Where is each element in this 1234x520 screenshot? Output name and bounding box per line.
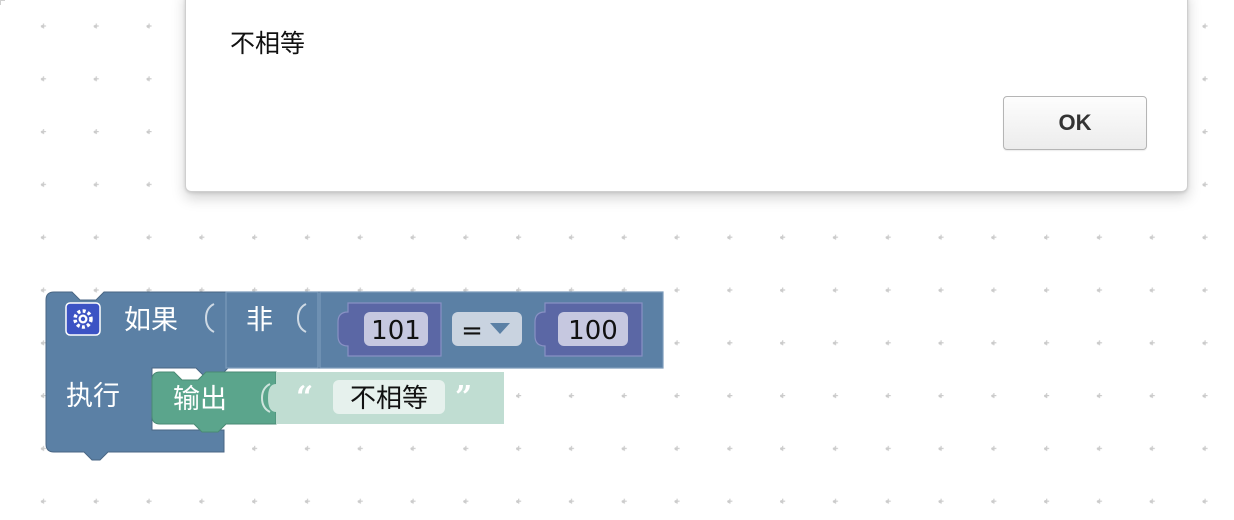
do-label: 执行 xyxy=(66,381,120,412)
open-quote-icon: “ xyxy=(296,380,313,415)
left-number-block[interactable]: 101 xyxy=(337,302,442,357)
not-label: 非 xyxy=(246,305,273,336)
operator-value: = xyxy=(461,316,483,346)
if-label: 如果 xyxy=(124,305,178,336)
print-block[interactable]: 输出 xyxy=(151,371,277,433)
ok-button[interactable]: OK xyxy=(1003,96,1147,150)
right-number-block[interactable]: 100 xyxy=(534,302,643,357)
text-block[interactable]: “ 不相等 ” xyxy=(268,372,504,424)
alert-dialog: 不相等 OK xyxy=(185,0,1188,192)
operator-dropdown[interactable]: = xyxy=(452,312,522,346)
string-value: 不相等 xyxy=(350,384,428,414)
dialog-message: 不相等 xyxy=(230,29,306,58)
compare-block[interactable]: 101 = 100 xyxy=(319,291,664,369)
gear-icon[interactable] xyxy=(65,302,101,336)
right-number-value: 100 xyxy=(568,316,618,346)
not-block[interactable]: 非 xyxy=(225,291,319,369)
print-label: 输出 xyxy=(173,384,227,415)
left-number-value: 101 xyxy=(371,316,421,346)
close-quote-icon: ” xyxy=(455,380,472,415)
